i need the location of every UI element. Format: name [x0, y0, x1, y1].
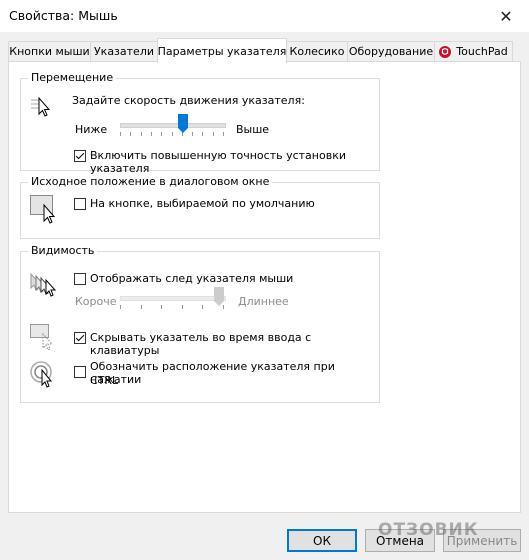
slider-tick [213, 132, 214, 136]
hide-pointer-checkbox[interactable] [74, 332, 86, 344]
tab-strip: Кнопки мыши Указатели Параметры указател… [8, 38, 523, 63]
ok-button[interactable]: ОК [287, 529, 357, 552]
touchpad-icon [439, 45, 452, 58]
tab-label: Параметры указателя [157, 44, 287, 58]
slider-tick [192, 132, 193, 136]
ctrl-locate-label-line1: Обозначить расположение указателя при на… [90, 360, 335, 386]
slider-tick [182, 305, 183, 309]
title-bar: Свойства: Мышь ✕ [0, 0, 529, 33]
tab-panel: Перемещение Задайте скорость движения ук… [8, 61, 521, 513]
window-title: Свойства: Мышь [9, 8, 118, 23]
slider-tick [120, 305, 121, 309]
locate-pointer-icon [30, 361, 53, 388]
ctrl-locate-checkbox[interactable] [74, 366, 86, 378]
ok-button-label: ОК [313, 533, 331, 548]
hide-pointer-icon [30, 324, 54, 351]
slider-track [120, 296, 226, 301]
visibility-group: Видимость Отображать след указателя мыши… [20, 244, 380, 403]
slider-tick [223, 132, 224, 136]
tab-pointer-options[interactable]: Параметры указателя [157, 38, 287, 63]
group-label: Перемещение [28, 71, 117, 84]
slider-tick [161, 305, 162, 309]
group-label: Видимость [28, 244, 98, 257]
tab-label: Указатели [93, 45, 155, 58]
slider-tick [130, 132, 131, 136]
tab-label: Оборудование [348, 45, 434, 58]
slider-tick [161, 132, 162, 136]
tab-hardware[interactable]: Оборудование [347, 41, 435, 61]
long-label: Длиннее [238, 295, 289, 308]
tab-label: Кнопки мыши [9, 45, 90, 58]
hide-pointer-label: Скрывать указатель во время ввода с клав… [90, 331, 312, 357]
speed-label: Задайте скорость движения указателя: [72, 94, 305, 107]
snap-group: Исходное положение в диалоговом окне На … [20, 175, 380, 239]
pointer-speed-icon [31, 97, 51, 117]
slider-track [120, 123, 226, 128]
short-label: Короче [75, 295, 117, 308]
watermark-logo: ОТЗОВИК [378, 520, 479, 540]
close-button[interactable]: ✕ [483, 0, 529, 32]
tab-buttons[interactable]: Кнопки мыши [8, 41, 91, 61]
ctrl-locate-label-line2: CTRL [90, 374, 119, 387]
slider-tick [141, 132, 142, 136]
group-label: Исходное положение в диалоговом окне [28, 175, 273, 188]
fast-label: Выше [236, 123, 270, 136]
snap-checkbox[interactable] [74, 198, 86, 210]
slider-tick [141, 305, 142, 309]
slider-tick [151, 132, 152, 136]
tab-pointers[interactable]: Указатели [90, 41, 158, 61]
trails-checkbox[interactable] [74, 273, 86, 285]
tab-label: TouchPad [456, 45, 508, 58]
slider-tick [202, 305, 203, 309]
speed-slider[interactable] [120, 113, 226, 139]
movement-group: Перемещение Задайте скорость движения ук… [20, 71, 380, 175]
tab-wheel[interactable]: Колесико [286, 41, 348, 61]
watermark-text: ОТЗОВИК [378, 520, 479, 540]
slider-tick [120, 132, 121, 136]
slider-tick [202, 132, 203, 136]
precision-label: Включить повышенную точность установки у… [90, 149, 346, 175]
slider-thumb [214, 287, 224, 306]
snap-label: На кнопке, выбираемой по умолчанию [90, 197, 315, 210]
snap-to-icon [30, 195, 56, 224]
precision-checkbox[interactable] [74, 150, 86, 162]
pointer-trails-icon [30, 272, 57, 297]
trail-length-slider [120, 286, 226, 312]
trails-label: Отображать след указателя мыши [90, 272, 294, 285]
tab-label: Колесико [289, 45, 345, 58]
slider-tick [172, 132, 173, 136]
slider-thumb[interactable] [178, 114, 188, 134]
tab-touchpad[interactable]: TouchPad [434, 41, 513, 61]
slow-label: Ниже [75, 123, 108, 136]
